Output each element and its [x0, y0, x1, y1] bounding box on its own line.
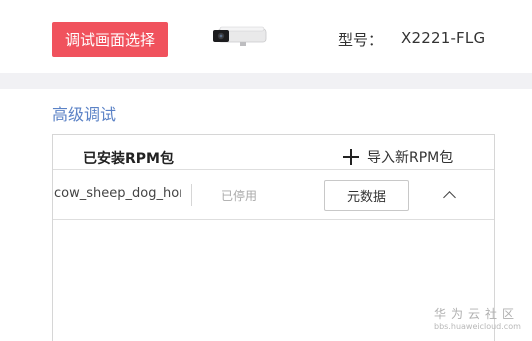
watermark-url: bbs.huaweicloud.com [434, 322, 521, 331]
package-name: cow_sheep_dog_horse [54, 186, 181, 201]
section-title: 高级调试 [52, 105, 117, 124]
panel-header: 已安装RPM包 导入新RPM包 [53, 135, 494, 170]
top-header: 调试画面选择 型号： X2221-FLG [0, 0, 532, 73]
chevron-up-icon[interactable] [443, 191, 456, 204]
rpm-package-panel: 已安装RPM包 导入新RPM包 cow_sheep_dog_horse 已停用 … [52, 134, 495, 341]
metadata-button[interactable]: 元数据 [324, 180, 409, 211]
model-label: 型号： [338, 31, 384, 49]
cell-divider [191, 184, 192, 206]
import-rpm-button[interactable]: 导入新RPM包 [343, 147, 453, 167]
model-value: X2221-FLG [401, 29, 486, 47]
watermark-title: 华为云社区 [434, 307, 520, 321]
table-row: cow_sheep_dog_horse 已停用 元数据 [53, 170, 494, 220]
installed-rpm-title: 已安装RPM包 [83, 151, 174, 167]
plus-icon [343, 149, 359, 165]
import-rpm-label: 导入新RPM包 [367, 150, 454, 166]
section-separator [0, 73, 532, 89]
debug-view-select-button[interactable]: 调试画面选择 [52, 22, 168, 57]
bullet-camera-image [213, 26, 267, 46]
package-status: 已停用 [221, 189, 258, 203]
